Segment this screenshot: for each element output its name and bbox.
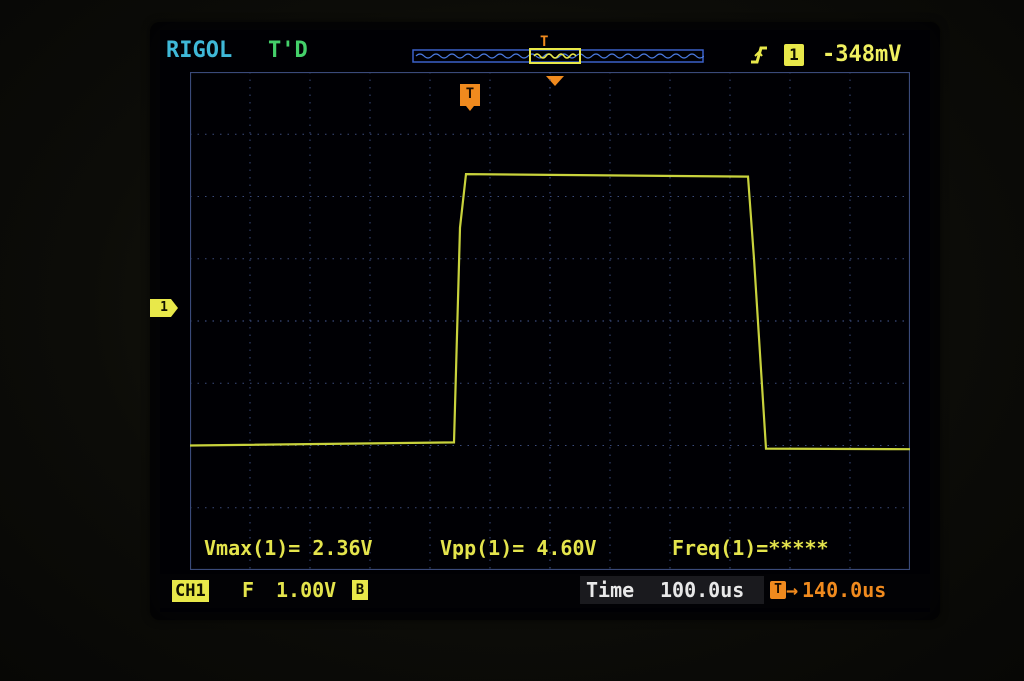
measurement-vmax: Vmax(1)= 2.36V xyxy=(204,536,373,560)
rising-edge-icon xyxy=(751,46,767,64)
trigger-offset-value: 140.0us xyxy=(802,578,887,602)
timebase-label: Time xyxy=(586,578,635,602)
memory-position-bar xyxy=(412,48,704,64)
measurement-freq: Freq(1)=***** xyxy=(672,536,829,560)
trigger-status: T'D xyxy=(268,38,308,63)
trigger-channel-badge: 1 xyxy=(784,44,804,66)
volts-per-div: 1.00V xyxy=(276,578,337,602)
trigger-offset-icon: T xyxy=(770,581,786,599)
timebase-value: 100.0us xyxy=(660,578,745,602)
trigger-level: -348mV xyxy=(822,42,902,67)
trigger-offset-arrow: → xyxy=(786,578,799,602)
bandwidth-limit-badge: B xyxy=(352,580,368,600)
brand-logo: RIGOL xyxy=(166,38,233,63)
coupling-indicator: F xyxy=(242,578,255,602)
measurement-vpp: Vpp(1)= 4.60V xyxy=(440,536,597,560)
waveform-display xyxy=(190,72,910,570)
graticule xyxy=(190,72,910,570)
memory-trigger-marker: T xyxy=(540,34,549,50)
channel-1-label[interactable]: CH1 xyxy=(172,580,209,602)
